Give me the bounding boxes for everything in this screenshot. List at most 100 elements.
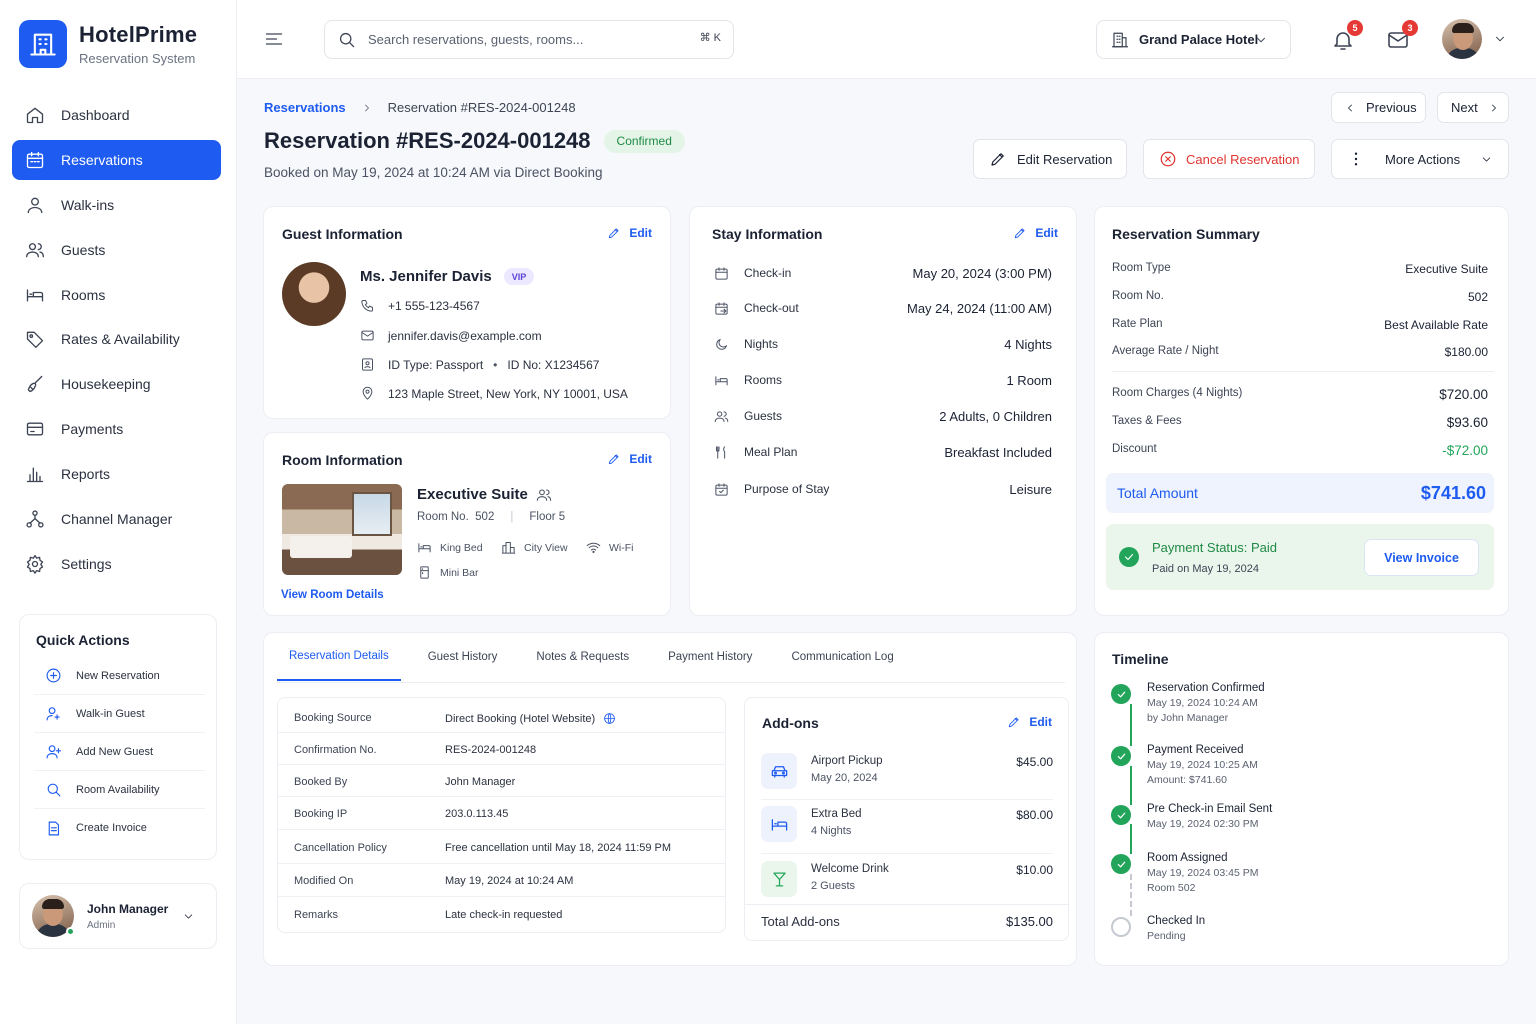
pencil-icon bbox=[1009, 717, 1019, 728]
quick-action-walk-in-guest[interactable]: Walk-in Guest bbox=[34, 695, 205, 733]
search-input[interactable]: Search reservations, guests, rooms... ⌘ … bbox=[324, 20, 734, 59]
user-role: Admin bbox=[87, 919, 116, 931]
detail-value: John Manager bbox=[445, 776, 516, 788]
quick-action-room-availability[interactable]: Room Availability bbox=[34, 771, 205, 809]
previous-label: Previous bbox=[1366, 100, 1417, 115]
sidebar-item-settings[interactable]: Settings bbox=[12, 544, 221, 584]
globe-icon bbox=[604, 713, 615, 724]
tab-notes-requests[interactable]: Notes & Requests bbox=[524, 633, 641, 681]
chevron-down-icon bbox=[1482, 157, 1491, 162]
calendar-icon bbox=[26, 151, 44, 169]
previous-button[interactable]: Previous bbox=[1331, 92, 1426, 123]
breadcrumb-root-link[interactable]: Reservations bbox=[264, 100, 346, 115]
summary-label: Average Rate / Night bbox=[1112, 345, 1219, 357]
sidebar-item-rates[interactable]: Rates & Availability bbox=[12, 319, 221, 359]
addons-total-row: Total Add-ons $135.00 bbox=[761, 914, 1053, 929]
user-menu[interactable]: John Manager Admin bbox=[19, 883, 217, 949]
search-icon bbox=[47, 783, 61, 797]
chevron-down-icon bbox=[184, 914, 193, 919]
addon-sub: May 20, 2024 bbox=[811, 772, 878, 784]
bed-icon bbox=[761, 806, 797, 842]
tab-payment-history[interactable]: Payment History bbox=[656, 633, 764, 681]
sidebar-item-label: Settings bbox=[61, 555, 112, 572]
users-icon bbox=[26, 242, 44, 258]
sidebar-item-rooms[interactable]: Rooms bbox=[12, 275, 221, 315]
summary-value: $180.00 bbox=[1444, 345, 1488, 359]
stay-label: Meal Plan bbox=[744, 445, 798, 459]
sidebar-item-dashboard[interactable]: Dashboard bbox=[12, 95, 221, 135]
hotel-selector[interactable]: Grand Palace Hotel bbox=[1096, 20, 1291, 59]
edit-reservation-button[interactable]: Edit Reservation bbox=[973, 139, 1127, 179]
timeline-item: Pre Check-in Email Sent May 19, 2024 02:3… bbox=[1111, 803, 1272, 830]
summary-label: Rate Plan bbox=[1112, 318, 1163, 330]
addon-item: Welcome Drink 2 Guests $10.00 bbox=[761, 861, 1053, 897]
city-icon bbox=[501, 542, 516, 554]
quick-action-create-invoice[interactable]: Create Invoice bbox=[34, 809, 205, 847]
bed-icon bbox=[715, 375, 728, 385]
brand-subtitle: Reservation System bbox=[79, 51, 196, 66]
edit-room-button[interactable]: Edit bbox=[607, 452, 652, 466]
sidebar-item-reservations[interactable]: Reservations bbox=[12, 139, 221, 180]
view-invoice-button[interactable]: View Invoice bbox=[1364, 539, 1479, 576]
messages-button[interactable]: 3 bbox=[1386, 20, 1418, 52]
sidebar-item-reports[interactable]: Reports bbox=[12, 454, 221, 494]
card-icon bbox=[26, 422, 44, 436]
stay-value: May 20, 2024 (3:00 PM) bbox=[912, 265, 1052, 281]
pencil-icon bbox=[991, 153, 1004, 166]
edit-addons-button[interactable]: Edit bbox=[1007, 715, 1052, 729]
quick-action-add-new-guest[interactable]: Add New Guest bbox=[34, 733, 205, 771]
card-title: Reservation Summary bbox=[1112, 226, 1260, 242]
view-room-details-link[interactable]: View Room Details bbox=[281, 589, 384, 601]
detail-key: Remarks bbox=[294, 909, 339, 921]
summary-label: Room No. bbox=[1112, 290, 1164, 302]
hotel-name: Grand Palace Hotel bbox=[1139, 32, 1259, 47]
more-actions-button[interactable]: More Actions bbox=[1331, 139, 1509, 179]
tab-communication-log[interactable]: Communication Log bbox=[779, 633, 905, 681]
total-value: $741.60 bbox=[1420, 482, 1486, 503]
amenity-label: King Bed bbox=[440, 541, 483, 554]
check-circle-icon bbox=[1119, 547, 1139, 567]
sidebar-item-channel-manager[interactable]: Channel Manager bbox=[12, 499, 221, 539]
brand[interactable]: HotelPrime Reservation System bbox=[19, 20, 197, 68]
edit-guest-button[interactable]: Edit bbox=[607, 226, 652, 240]
sidebar-item-housekeeping[interactable]: Housekeeping bbox=[12, 364, 221, 404]
sidebar-item-walk-ins[interactable]: Walk-ins bbox=[12, 185, 221, 225]
chevron-right-icon bbox=[364, 104, 369, 111]
chevron-down-icon[interactable] bbox=[1493, 32, 1507, 46]
user-icon bbox=[27, 197, 43, 213]
addon-item: Airport Pickup May 20, 2024 $45.00 bbox=[761, 753, 1053, 789]
breadcrumb-current: Reservation #RES-2024-001248 bbox=[387, 100, 576, 115]
room-information-card: Room Information Edit Executive Suite Ro… bbox=[263, 432, 671, 616]
room-name: Executive Suite bbox=[417, 486, 528, 503]
more-actions-label: More Actions bbox=[1385, 151, 1461, 167]
top-header: Search reservations, guests, rooms... ⌘ … bbox=[237, 0, 1536, 79]
sidebar-item-guests[interactable]: Guests bbox=[12, 230, 221, 270]
sidebar-item-payments[interactable]: Payments bbox=[12, 409, 221, 449]
timeline-detail: May 19, 2024 10:24 AM bbox=[1147, 697, 1258, 709]
addon-sub: 4 Nights bbox=[811, 825, 852, 837]
online-status-icon bbox=[66, 927, 75, 936]
next-button[interactable]: Next bbox=[1437, 92, 1509, 123]
guest-id-type: ID Type: Passport bbox=[388, 357, 484, 372]
pending-circle-icon bbox=[1111, 917, 1131, 937]
tab-reservation-details[interactable]: Reservation Details bbox=[277, 633, 401, 681]
detail-row: Booked By John Manager bbox=[294, 776, 709, 788]
chevron-down-icon bbox=[1257, 37, 1265, 43]
status-badge: Confirmed bbox=[603, 129, 685, 153]
stay-value: Breakfast Included bbox=[944, 444, 1052, 460]
plus-circle-icon bbox=[46, 668, 61, 683]
edit-stay-button[interactable]: Edit bbox=[1013, 226, 1058, 240]
quick-action-new-reservation[interactable]: New Reservation bbox=[34, 657, 205, 695]
menu-icon[interactable] bbox=[263, 29, 285, 49]
chevron-right-icon bbox=[1491, 104, 1496, 111]
cancel-reservation-button[interactable]: Cancel Reservation bbox=[1143, 139, 1315, 179]
notification-badge: 5 bbox=[1347, 20, 1363, 36]
tab-guest-history[interactable]: Guest History bbox=[416, 633, 510, 681]
check-circle-icon bbox=[1111, 854, 1131, 874]
avatar[interactable] bbox=[1442, 19, 1482, 59]
timeline-title: Room Assigned bbox=[1147, 852, 1228, 864]
timeline-item: Reservation Confirmed May 19, 2024 10:24 … bbox=[1111, 682, 1265, 724]
detail-key: Modified On bbox=[294, 875, 354, 887]
notifications-button[interactable]: 5 bbox=[1331, 20, 1363, 52]
summary-label: Taxes & Fees bbox=[1112, 415, 1182, 427]
